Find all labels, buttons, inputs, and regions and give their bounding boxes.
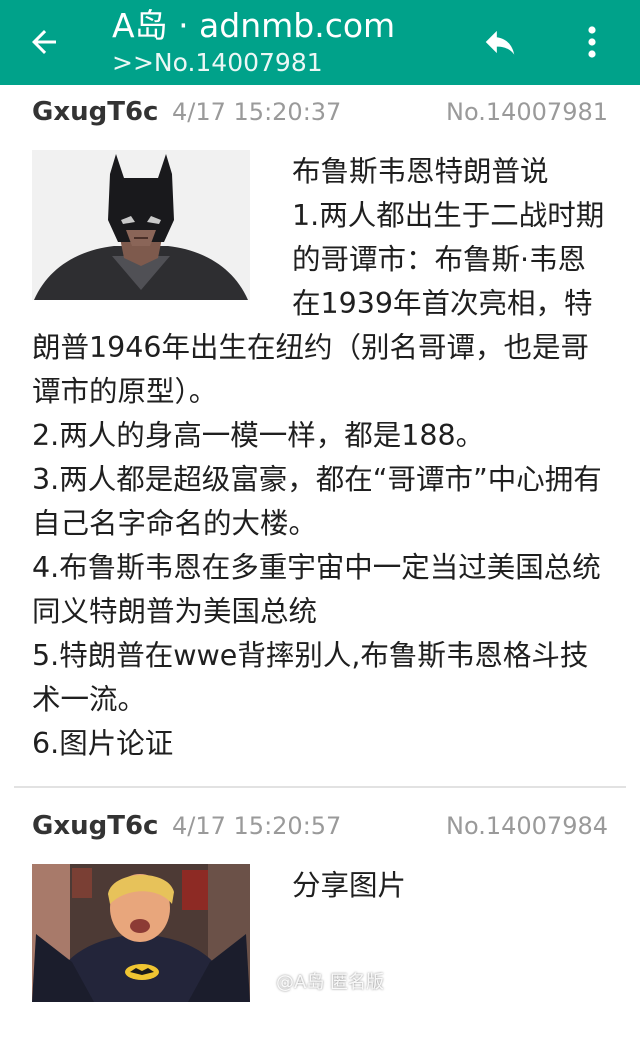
image-spacer — [32, 864, 292, 1040]
poster-id[interactable]: GxugT6c — [32, 806, 158, 846]
reply-icon — [485, 30, 515, 55]
image-spacer — [32, 150, 292, 326]
more-vert-icon — [588, 26, 596, 58]
arrow-back-icon — [32, 30, 56, 54]
overflow-menu-button[interactable] — [570, 18, 614, 66]
post-header: GxugT6c 4/17 15:20:57 No.14007984 — [32, 806, 608, 846]
post-header: GxugT6c 4/17 15:20:37 No.14007981 — [32, 92, 608, 132]
post-content: 分享图片 — [32, 864, 612, 1040]
back-button[interactable] — [22, 20, 66, 64]
title-block: A岛 · adnmb.com >>No.14007981 — [112, 6, 395, 78]
thread-subtitle: >>No.14007981 — [112, 48, 323, 77]
reply-button[interactable] — [476, 20, 524, 64]
post-line: 6.图片论证 — [32, 727, 174, 760]
poster-id[interactable]: GxugT6c — [32, 92, 158, 132]
post-number[interactable]: No.14007981 — [446, 92, 608, 132]
post-timestamp: 4/17 15:20:57 — [172, 812, 342, 840]
post-line: 3.两人都是超级富豪，都在“哥谭市”中心拥有自己名字命名的大楼。 — [32, 463, 602, 540]
post-number[interactable]: No.14007984 — [446, 806, 608, 846]
post-timestamp: 4/17 15:20:37 — [172, 98, 342, 126]
post-line: 4.布鲁斯韦恩在多重宇宙中一定当过美国总统同义特朗普为美国总统 — [32, 551, 601, 628]
post-divider — [14, 786, 626, 788]
app-title: A岛 · adnmb.com — [112, 6, 396, 45]
post-line: 2.两人的身高一模一样，都是188。 — [32, 419, 485, 452]
post-line: 5.特朗普在wwe背摔别人,布鲁斯韦恩格斗技术一流。 — [32, 639, 589, 716]
watermark: @A岛 匿名版 — [276, 972, 385, 993]
post-content: 布鲁斯韦恩特朗普说 1.两人都出生于二战时期的哥谭市：布鲁斯·韦恩在1939年首… — [32, 150, 612, 766]
app-bar: A岛 · adnmb.com >>No.14007981 — [0, 0, 640, 85]
